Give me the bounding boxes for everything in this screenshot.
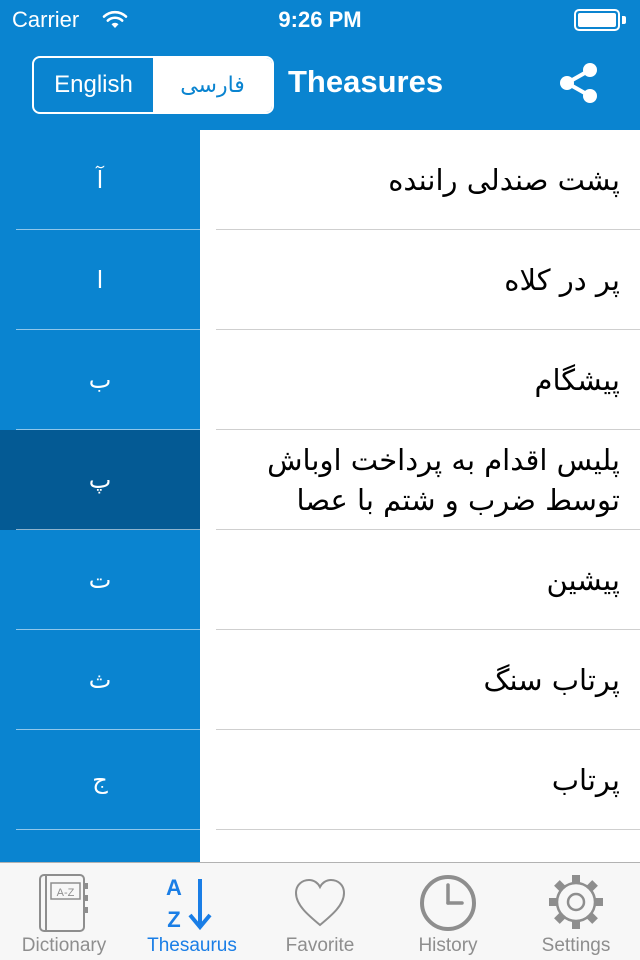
svg-text:Z: Z: [167, 907, 180, 932]
word-list-item[interactable]: پلیس اقدام به پرداخت اوباش توسط ضرب و شت…: [200, 430, 640, 530]
tab-label: Dictionary: [21, 935, 107, 956]
tab-favorite[interactable]: Favorite: [256, 863, 384, 960]
tab-settings[interactable]: Settings: [512, 863, 640, 960]
status-time: 9:26 PM: [278, 7, 362, 32]
dictionary-book-icon: A-Z: [39, 874, 88, 932]
language-segmented-control: English فارسی: [32, 56, 274, 114]
share-icon[interactable]: [558, 61, 600, 105]
word-list-item[interactable]: پرتاب سنگ: [200, 630, 640, 730]
alphabet-letter-selected[interactable]: پ: [0, 430, 200, 530]
segment-farsi[interactable]: فارسی: [153, 58, 272, 112]
tab-thesaurus[interactable]: A Z Thesaurus: [128, 863, 256, 960]
word-list: پشت صندلی راننده پر در کلاه پیشگام پلیس …: [200, 130, 640, 862]
status-bar: Carrier 9:26 PM: [0, 0, 640, 40]
alphabet-letter[interactable]: ث: [0, 630, 200, 730]
app-header: Carrier 9:26 PM English فارسی Theasures: [0, 0, 640, 130]
alphabet-letter[interactable]: آ: [0, 130, 200, 230]
alphabet-letter[interactable]: ب: [0, 330, 200, 430]
alphabet-letter[interactable]: ا: [0, 230, 200, 330]
word-list-item-empty[interactable]: [200, 830, 640, 862]
tab-label: Settings: [541, 935, 611, 956]
heart-icon: [294, 878, 346, 927]
clock-icon: [420, 875, 476, 931]
word-list-item[interactable]: پشت صندلی راننده: [200, 130, 640, 230]
page-title: Theasures: [288, 64, 444, 99]
az-sort-icon: A Z: [166, 875, 212, 932]
tab-label: Thesaurus: [147, 935, 237, 956]
tab-label: Favorite: [285, 935, 355, 956]
alphabet-letter[interactable]: ج: [0, 730, 200, 830]
battery-icon: [574, 9, 626, 31]
tab-history[interactable]: History: [384, 863, 512, 960]
word-list-item[interactable]: پرتاب: [200, 730, 640, 830]
svg-text:A-Z: A-Z: [57, 887, 75, 899]
tab-dictionary[interactable]: A-Z Dictionary: [0, 863, 128, 960]
alphabet-index: آ ا ب پ ت ث ج: [0, 130, 200, 862]
tab-label: History: [418, 935, 478, 956]
gear-icon: [549, 875, 603, 929]
word-list-item[interactable]: پیشگام: [200, 330, 640, 430]
word-list-item[interactable]: پر در کلاه: [200, 230, 640, 330]
alphabet-letter[interactable]: ت: [0, 530, 200, 630]
tab-bar: A-Z Dictionary A Z Thesaurus Favorite Hi…: [0, 862, 640, 960]
main-content: آ ا ب پ ت ث ج پشت صندلی راننده پر در کلا…: [0, 130, 640, 862]
segment-english[interactable]: English: [34, 58, 153, 112]
svg-text:A: A: [166, 875, 182, 900]
alphabet-letter-empty[interactable]: [0, 830, 200, 862]
word-list-item[interactable]: پیشین: [200, 530, 640, 630]
